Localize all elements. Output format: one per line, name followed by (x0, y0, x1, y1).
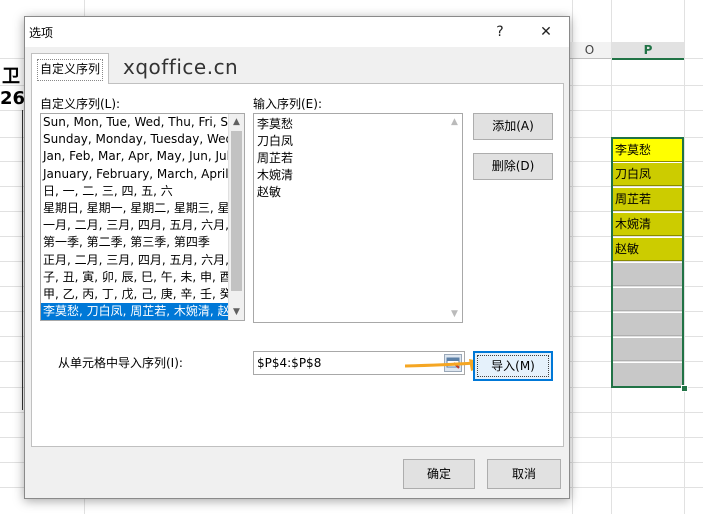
watermark-text: xqoffice.cn (123, 55, 239, 79)
cell-p5[interactable]: 刀白凤 (612, 163, 684, 186)
import-range-value: $P$4:$P$8 (257, 356, 322, 370)
add-button[interactable]: 添加(A) (473, 113, 553, 140)
tab-custom-lists[interactable]: 自定义序列 (31, 53, 109, 84)
list-entry-line: 李莫愁 (257, 117, 294, 131)
cell-p12[interactable] (612, 338, 684, 361)
tab-custom-lists-label: 自定义序列 (39, 62, 100, 76)
list-entry-line: 赵敏 (257, 185, 282, 199)
help-button[interactable]: ? (485, 21, 515, 43)
cancel-button[interactable]: 取消 (487, 459, 561, 489)
close-button[interactable]: ✕ (531, 21, 561, 43)
sheet-fragment-number: 26 (0, 88, 26, 109)
import-button[interactable]: 导入(M) (473, 351, 553, 381)
fill-handle[interactable] (681, 385, 688, 392)
custom-list-item[interactable]: January, February, March, April, May (41, 166, 244, 183)
custom-list-item[interactable]: Jan, Feb, Mar, Apr, May, Jun, Jul (41, 148, 244, 165)
custom-lists-label: 自定义序列(L): (40, 97, 121, 111)
cell-p7[interactable]: 木婉清 (612, 213, 684, 236)
custom-list-item[interactable]: 星期日, 星期一, 星期二, 星期三, 星期四 (41, 200, 244, 217)
cell-p8[interactable]: 赵敏 (612, 238, 684, 261)
sheet-fragment-title: 卫 (2, 66, 20, 87)
entries-label: 输入序列(E): (253, 97, 322, 111)
column-header-p[interactable]: P (612, 42, 684, 60)
listbox-scrollbar[interactable]: ▲ ▼ (228, 114, 244, 320)
cell-p6[interactable]: 周芷若 (612, 188, 684, 211)
list-entry-line: 刀白凤 (257, 134, 294, 148)
column-header-o[interactable]: O (568, 42, 611, 59)
custom-list-item[interactable]: 日, 一, 二, 三, 四, 五, 六 (41, 183, 244, 200)
scroll-up-icon[interactable]: ▲ (229, 114, 244, 130)
entries-scrollbar[interactable]: ▲ ▼ (447, 114, 462, 322)
options-dialog: 选项 ? ✕ 自定义序列 xqoffice.cn 自定义序列(L): Sun, … (24, 16, 570, 499)
import-label: 从单元格中导入序列(I): (58, 356, 183, 370)
cell-p4[interactable]: 李莫愁 (612, 139, 684, 162)
custom-list-item[interactable]: Sun, Mon, Tue, Wed, Thu, Fri, Sat (41, 114, 244, 131)
cell-p10[interactable] (612, 288, 684, 311)
cell-p9[interactable] (612, 263, 684, 286)
list-entries-textarea[interactable]: 李莫愁刀白凤周芷若木婉清赵敏 ▲ ▼ (253, 113, 463, 323)
scrollbar-thumb[interactable] (231, 131, 242, 291)
custom-list-item[interactable]: 李莫愁, 刀白凤, 周芷若, 木婉清, 赵敏 (41, 303, 244, 320)
custom-list-item[interactable]: 一月, 二月, 三月, 四月, 五月, 六月, 七月 (41, 217, 244, 234)
scroll-down-icon[interactable]: ▼ (447, 306, 462, 322)
list-entry-line: 木婉清 (257, 168, 294, 182)
custom-list-item[interactable]: 第一季, 第二季, 第三季, 第四季 (41, 234, 244, 251)
cell-p13[interactable] (612, 363, 684, 387)
delete-button[interactable]: 删除(D) (473, 153, 553, 180)
ok-button[interactable]: 确定 (403, 459, 475, 489)
dialog-title: 选项 (29, 26, 54, 40)
custom-list-item[interactable]: 甲, 乙, 丙, 丁, 戊, 己, 庚, 辛, 壬, 癸 (41, 286, 244, 303)
custom-list-item[interactable]: Sunday, Monday, Tuesday, Wednesday (41, 131, 244, 148)
scroll-down-icon[interactable]: ▼ (229, 304, 244, 320)
scroll-up-icon[interactable]: ▲ (447, 114, 462, 130)
custom-lists-listbox[interactable]: Sun, Mon, Tue, Wed, Thu, Fri, Sat Sunday,… (40, 113, 245, 321)
custom-list-item[interactable]: 子, 丑, 寅, 卯, 辰, 巳, 午, 未, 申, 酉, 戌 (41, 269, 244, 286)
import-button-label: 导入(M) (491, 359, 535, 373)
cell-p11[interactable] (612, 313, 684, 336)
custom-list-item[interactable]: 正月, 二月, 三月, 四月, 五月, 六月, 七月 (41, 252, 244, 269)
list-entry-line: 周芷若 (257, 151, 294, 165)
dialog-titlebar[interactable]: 选项 ? ✕ (25, 17, 569, 47)
